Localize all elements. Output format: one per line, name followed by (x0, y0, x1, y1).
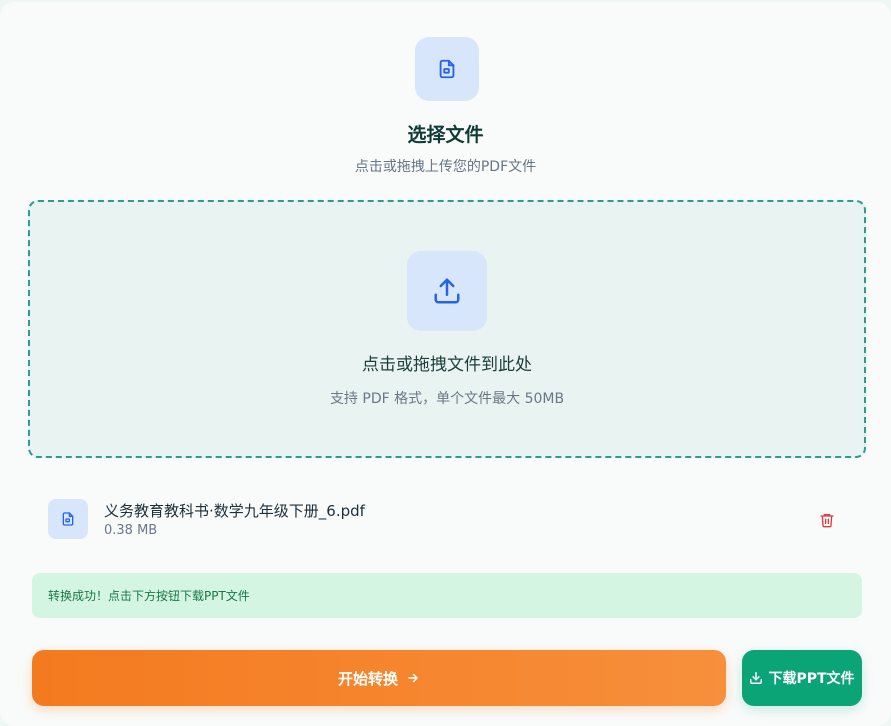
arrow-right-icon (408, 673, 418, 683)
upload-icon (407, 251, 487, 331)
trash-icon (820, 514, 834, 528)
dropzone-title: 点击或拖拽文件到此处 (362, 355, 532, 375)
delete-file-button[interactable] (818, 511, 836, 529)
download-icon (750, 672, 763, 684)
file-name: 义务教育教科书·数学九年级下册_6.pdf (104, 502, 365, 520)
convert-button[interactable]: 开始转换 (32, 650, 726, 706)
download-button-label: 下载PPT文件 (768, 671, 855, 687)
uploaded-file-item: 义务教育教科书·数学九年级下册_6.pdf 0.38 MB (32, 488, 862, 550)
page-title: 选择文件 (407, 124, 484, 146)
file-dropzone[interactable]: 点击或拖拽文件到此处 支持 PDF 格式，单个文件最大 50MB (28, 200, 866, 458)
file-icon (48, 499, 88, 539)
dropzone-hint: 支持 PDF 格式，单个文件最大 50MB (329, 391, 565, 407)
download-ppt-button[interactable]: 下载PPT文件 (742, 650, 862, 706)
success-message: 转换成功！点击下方按钮下载PPT文件 (48, 589, 250, 603)
header-file-icon (415, 37, 479, 101)
page-subtitle: 点击或拖拽上传您的PDF文件 (354, 159, 537, 175)
converter-card: 选择文件 点击或拖拽上传您的PDF文件 点击或拖拽文件到此处 支持 PDF 格式… (0, 2, 891, 726)
file-size: 0.38 MB (104, 523, 158, 538)
convert-button-label: 开始转换 (337, 669, 398, 688)
success-alert: 转换成功！点击下方按钮下载PPT文件 (32, 573, 862, 618)
